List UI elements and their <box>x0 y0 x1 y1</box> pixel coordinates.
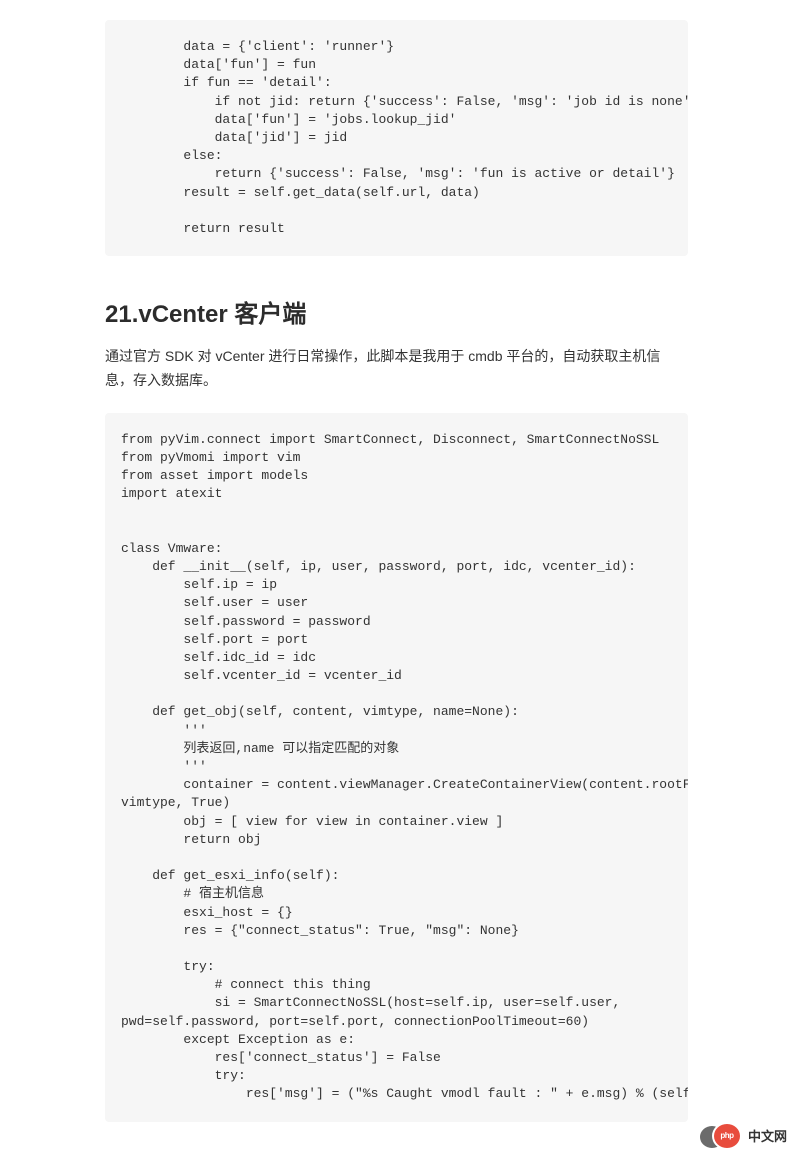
site-logo-icon: php <box>698 1122 742 1150</box>
site-watermark: php 中文网 <box>698 1122 787 1150</box>
section-description: 通过官方 SDK 对 vCenter 进行日常操作，此脚本是我用于 cmdb 平… <box>105 345 688 393</box>
site-name: 中文网 <box>748 1126 787 1145</box>
code-block-1: data = {'client': 'runner'} data['fun'] … <box>105 20 688 256</box>
logo-badge-text: php <box>712 1122 742 1150</box>
code-block-2: from pyVim.connect import SmartConnect, … <box>105 413 688 1122</box>
section-heading: 21.vCenter 客户端 <box>105 294 688 329</box>
